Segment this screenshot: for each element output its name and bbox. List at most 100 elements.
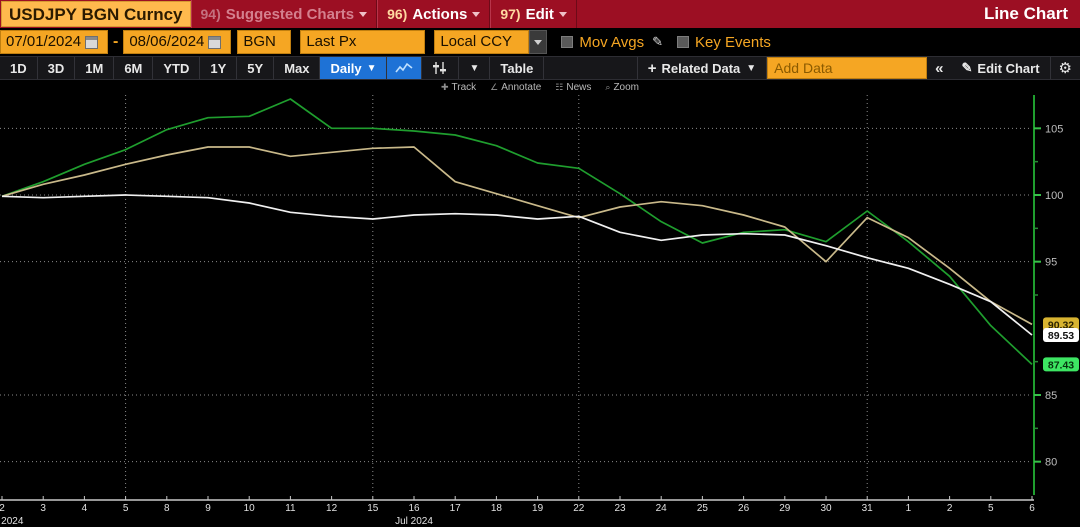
y-axis-label: 85 [1045, 390, 1057, 402]
x-axis-label: 1 [906, 503, 912, 514]
x-axis-label: 3 [40, 503, 46, 514]
range-1d-button[interactable]: 1D [0, 57, 38, 79]
range-max-button[interactable]: Max [274, 57, 320, 79]
related-data-button[interactable]: + Related Data ▼ [638, 57, 767, 79]
x-axis-label: 12 [326, 503, 338, 514]
edit-chart-label: Edit Chart [977, 61, 1039, 76]
plus-icon: + [648, 60, 657, 77]
range-1y-button[interactable]: 1Y [200, 57, 237, 79]
range-3d-button[interactable]: 3D [38, 57, 76, 79]
pencil-icon[interactable]: ✎ [652, 34, 663, 50]
x-axis-label: 30 [820, 503, 832, 514]
annotate-tool[interactable]: ∠ Annotate [490, 82, 541, 93]
edit-number: 97) [500, 6, 520, 22]
source-field[interactable]: BGN [237, 30, 291, 54]
add-data-input[interactable]: Add Data [767, 57, 927, 79]
x-axis-label: 4 [82, 503, 88, 514]
related-data-label: Related Data [662, 61, 741, 76]
annotate-label: Annotate [501, 82, 541, 93]
x-axis-label: 25 [697, 503, 709, 514]
x-axis-label: 2 [947, 503, 953, 514]
x-axis-svg: 2345891011121516171819222324252629303112… [0, 495, 1080, 527]
chart-svg: 10510095858090.3289.5387.43 [0, 95, 1080, 495]
chevron-down-icon [559, 12, 567, 17]
x-axis-label: 23 [614, 503, 626, 514]
x-axis-label: 16 [408, 503, 420, 514]
date-from-field[interactable]: 07/01/2024 [0, 30, 108, 54]
key-events-label: Key Events [695, 34, 771, 51]
key-events-checkbox-group[interactable]: Key Events [677, 34, 771, 51]
actions-label: Actions [412, 6, 467, 23]
x-axis-label: 31 [862, 503, 874, 514]
y-axis-label: 105 [1045, 123, 1063, 135]
x-axis-label: 26 [738, 503, 750, 514]
range-5y-button[interactable]: 5Y [237, 57, 274, 79]
actions-button[interactable]: 96) Actions [377, 0, 490, 28]
price-tag-value: 87.43 [1048, 359, 1074, 371]
mov-avgs-checkbox[interactable] [561, 36, 573, 48]
range-1m-button[interactable]: 1M [75, 57, 114, 79]
date-from-value: 07/01/2024 [6, 30, 81, 54]
chart-plot-area[interactable]: 10510095858090.3289.5387.43 [0, 95, 1080, 495]
chevron-down-icon: ▼ [746, 63, 756, 74]
edit-button[interactable]: 97) Edit [490, 0, 577, 28]
news-icon: ☷ [555, 82, 563, 93]
x-axis-label: 9 [205, 503, 211, 514]
chevron-down-icon: ▼ [367, 63, 377, 74]
chart-options-dropdown[interactable]: ▼ [459, 57, 490, 79]
chart-toolbar: 1D 3D 1M 6M YTD 1Y 5Y Max Daily ▼ ▼ T [0, 56, 1080, 80]
x-axis-label: 17 [450, 503, 462, 514]
title-bar-spacer [577, 0, 984, 28]
zoom-label: Zoom [613, 82, 639, 93]
toolbar-spacer [544, 57, 637, 79]
edit-label: Edit [526, 6, 554, 23]
x-axis-label: 29 [779, 503, 791, 514]
zoom-tool[interactable]: ⌕ Zoom [605, 82, 639, 93]
calendar-icon[interactable] [85, 36, 98, 49]
x-axis-label: 19 [532, 503, 544, 514]
range-6m-button[interactable]: 6M [114, 57, 153, 79]
collapse-panel-button[interactable]: « [927, 57, 951, 79]
line-chart-glyph [395, 62, 413, 75]
currency-dropdown-button[interactable] [529, 30, 547, 54]
ticker-input[interactable]: USDJPY BGN Curncy [1, 1, 191, 27]
date-to-field[interactable]: 08/06/2024 [123, 30, 231, 54]
key-events-checkbox[interactable] [677, 36, 689, 48]
mov-avgs-checkbox-group[interactable]: Mov Avgs ✎ [561, 34, 663, 51]
calendar-icon[interactable] [208, 36, 221, 49]
compare-bars-icon[interactable] [422, 57, 459, 79]
x-axis-label: 22 [573, 503, 585, 514]
input-bar: 07/01/2024 - 08/06/2024 BGN Last Px Loca… [0, 28, 1080, 56]
track-tool[interactable]: ✚ Track [441, 82, 476, 93]
period-daily-label: Daily [330, 61, 361, 76]
annotate-icon: ∠ [490, 82, 498, 93]
news-tool[interactable]: ☷ News [555, 82, 591, 93]
date-to-value: 08/06/2024 [129, 30, 204, 54]
series-green-line [2, 99, 1032, 364]
track-label: Track [452, 82, 477, 93]
chart-type-label: Line Chart [984, 0, 1080, 28]
chevron-down-icon [359, 12, 367, 17]
x-axis-label: 24 [656, 503, 668, 514]
date-range-dash: - [108, 33, 123, 51]
pencil-icon: ✎ [962, 60, 973, 76]
currency-field[interactable]: Local CCY [434, 30, 529, 54]
price-tag-value: 89.53 [1048, 330, 1074, 342]
x-axis-label: 18 [491, 503, 503, 514]
series-white-line [2, 195, 1032, 335]
table-button[interactable]: Table [490, 57, 544, 79]
price-type-field[interactable]: Last Px [300, 30, 425, 54]
y-axis-label: 95 [1045, 257, 1057, 269]
chevron-down-icon [534, 40, 542, 45]
edit-chart-button[interactable]: ✎ Edit Chart [952, 57, 1051, 79]
period-daily-button[interactable]: Daily ▼ [320, 57, 387, 79]
range-ytd-button[interactable]: YTD [153, 57, 200, 79]
chevron-down-icon [472, 12, 480, 17]
gear-icon[interactable]: ⚙ [1051, 57, 1080, 79]
suggested-charts-button[interactable]: 94) Suggested Charts [191, 0, 378, 28]
line-chart-icon[interactable] [387, 57, 422, 79]
y-axis-label: 100 [1045, 190, 1063, 202]
y-axis-label: 80 [1045, 457, 1057, 469]
series-tan-line [2, 147, 1032, 324]
actions-number: 96) [387, 6, 407, 22]
